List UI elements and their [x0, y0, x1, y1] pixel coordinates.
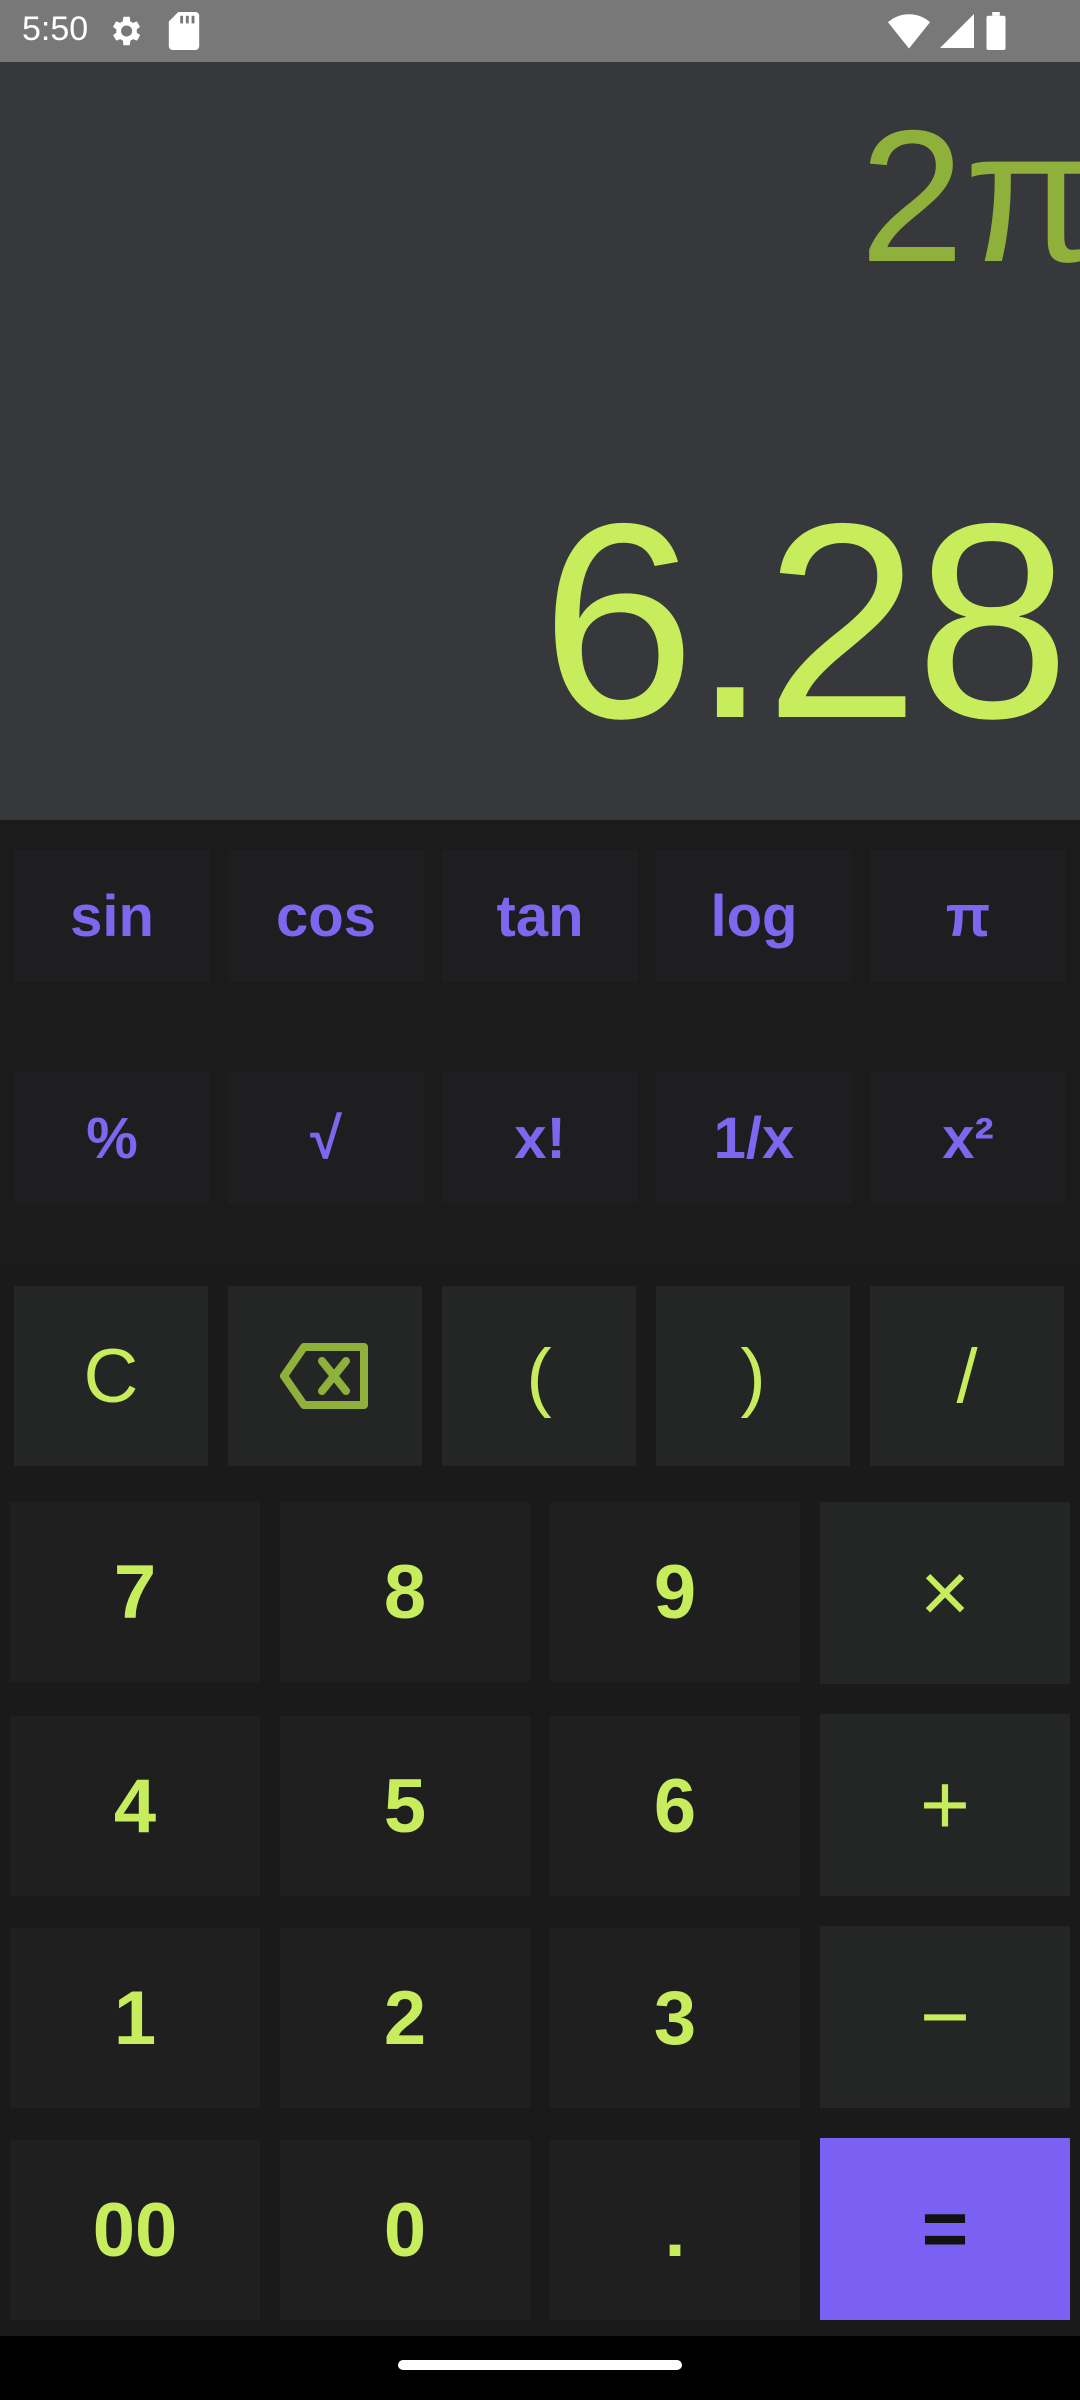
digit-3-button[interactable]: 3 — [550, 1928, 800, 2108]
status-bar: 5:50 — [0, 0, 1080, 62]
backspace-icon — [280, 1343, 368, 1409]
digit-6-button[interactable]: 6 — [550, 1716, 800, 1896]
subtract-button[interactable]: − — [820, 1926, 1070, 2108]
add-button[interactable]: + — [820, 1714, 1070, 1896]
factorial-button[interactable]: x! — [442, 1072, 638, 1204]
digit-5-button[interactable]: 5 — [280, 1716, 530, 1896]
battery-icon — [986, 12, 1006, 50]
percent-button[interactable]: % — [14, 1072, 210, 1204]
digit-4-button[interactable]: 4 — [10, 1716, 260, 1896]
scientific-panel: sin cos tan log π % √ x! 1/x x² — [0, 820, 1080, 1268]
cos-button[interactable]: cos — [228, 850, 424, 982]
wifi-icon — [888, 14, 930, 49]
tan-button[interactable]: tan — [442, 850, 638, 982]
settings-icon — [112, 16, 141, 46]
equals-button[interactable]: = — [820, 2138, 1070, 2320]
square-button[interactable]: x² — [870, 1072, 1066, 1204]
sd-card-icon — [168, 12, 200, 50]
pi-button[interactable]: π — [870, 850, 1066, 982]
sin-button[interactable]: sin — [14, 850, 210, 982]
divide-button[interactable]: / — [870, 1286, 1064, 1466]
log-button[interactable]: log — [656, 850, 852, 982]
double-zero-button[interactable]: 00 — [10, 2140, 260, 2320]
digit-0-button[interactable]: 0 — [280, 2140, 530, 2320]
reciprocal-button[interactable]: 1/x — [656, 1072, 852, 1204]
display-area: 2π 6.28 — [0, 62, 1080, 820]
result-display: 6.28 — [540, 465, 1070, 776]
expression-display[interactable]: 2π — [860, 102, 1080, 290]
clear-button[interactable]: C — [14, 1286, 208, 1466]
open-paren-button[interactable]: ( — [442, 1286, 636, 1466]
status-time: 5:50 — [22, 10, 89, 48]
multiply-button[interactable]: × — [820, 1502, 1070, 1684]
sqrt-button[interactable]: √ — [228, 1072, 424, 1204]
signal-icon — [940, 14, 974, 48]
digit-9-button[interactable]: 9 — [550, 1502, 800, 1682]
digit-1-button[interactable]: 1 — [10, 1928, 260, 2108]
digit-8-button[interactable]: 8 — [280, 1502, 530, 1682]
backspace-button[interactable] — [228, 1286, 422, 1466]
digit-2-button[interactable]: 2 — [280, 1928, 530, 2108]
decimal-button[interactable]: . — [550, 2140, 800, 2320]
close-paren-button[interactable]: ) — [656, 1286, 850, 1466]
digit-7-button[interactable]: 7 — [10, 1502, 260, 1682]
home-handle[interactable] — [398, 2360, 682, 2370]
